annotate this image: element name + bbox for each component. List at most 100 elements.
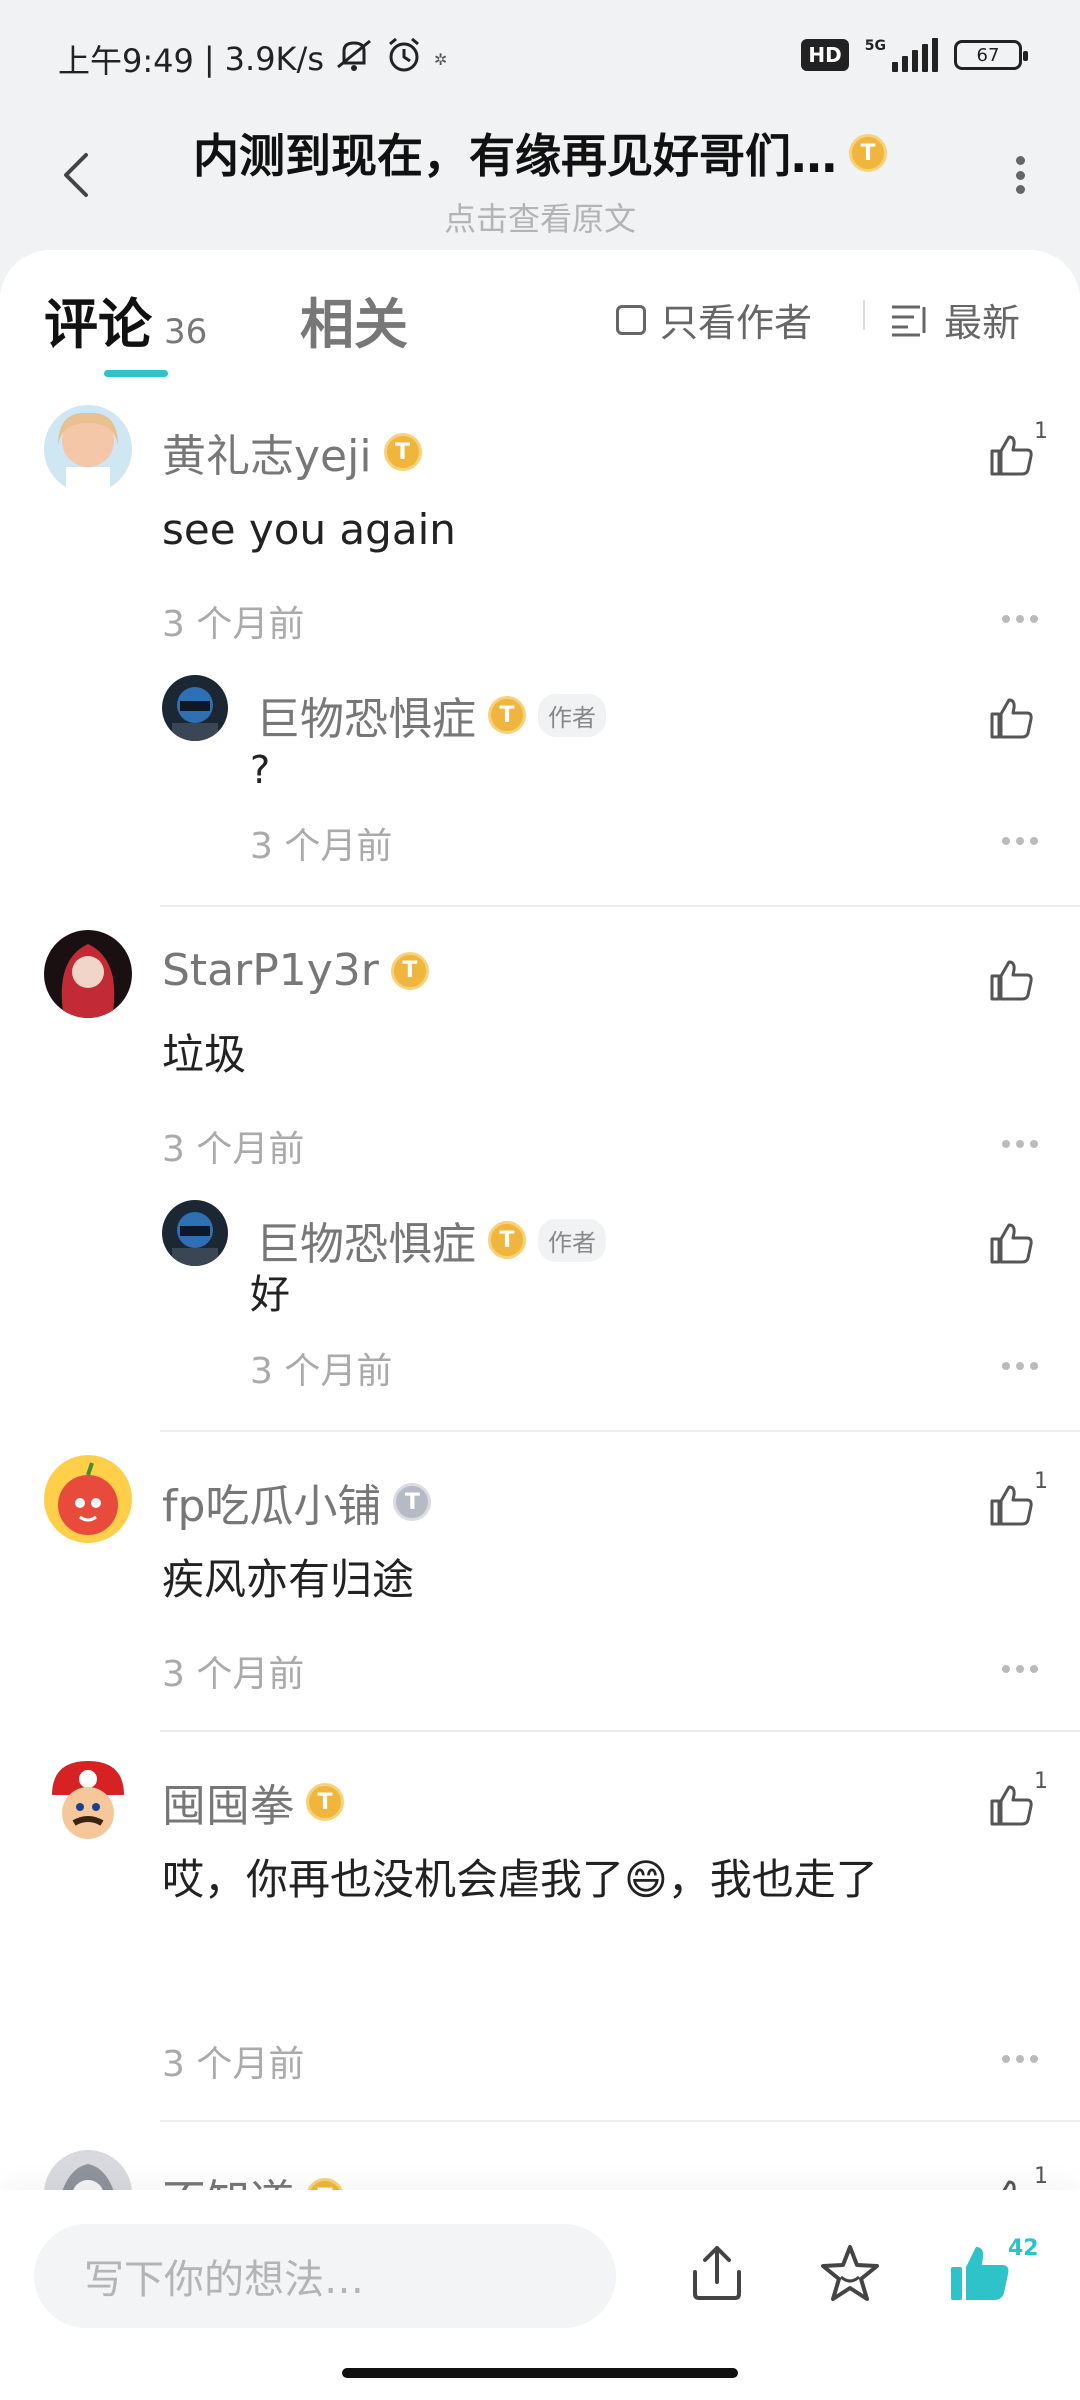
level-badge-icon: T	[390, 951, 429, 990]
status-right: HD 5G 67	[801, 38, 1028, 72]
like-button[interactable]	[984, 1777, 1040, 1833]
post-title: 内测到现在，有缘再见好哥们…	[193, 129, 837, 183]
more-options-button[interactable]	[1002, 1140, 1038, 1148]
divider	[160, 1430, 1080, 1432]
more-options-button[interactable]	[1002, 1362, 1038, 1370]
comments-card: 评论 36 相关 只看作者 最新 黄礼志yeji T 1 see you aga…	[0, 250, 1080, 2200]
avatar[interactable]	[44, 930, 132, 1018]
tab-comments-label: 评论	[44, 293, 152, 356]
author-only-toggle[interactable]: 只看作者	[616, 292, 812, 347]
avatar[interactable]	[162, 1200, 228, 1266]
level-badge-icon: T	[383, 433, 422, 471]
title-area[interactable]: 内测到现在，有缘再见好哥们… T 点击查看原文	[130, 120, 950, 240]
avatar[interactable]	[44, 1455, 132, 1543]
more-vertical-icon	[1015, 156, 1025, 165]
like-count: 1	[1034, 1769, 1048, 1794]
like-total-count: 42	[1008, 2236, 1039, 2261]
comment-text[interactable]: 垃圾	[162, 1010, 1002, 1100]
like-button[interactable]	[984, 427, 1040, 483]
like-count: 1	[1034, 419, 1048, 444]
comment-input[interactable]: 写下你的想法…	[34, 2224, 616, 2328]
more-options-button[interactable]	[1000, 150, 1040, 200]
like-button[interactable]	[984, 1477, 1040, 1533]
battery-level: 67	[976, 44, 1000, 66]
hd-badge: HD	[801, 39, 849, 71]
level-badge-icon: T	[849, 134, 887, 172]
comment-username[interactable]: 囤囤拳 T	[162, 1770, 344, 1834]
avatar[interactable]	[44, 1755, 132, 1843]
more-options-button[interactable]	[1002, 2055, 1038, 2063]
post-title-row: 内测到现在，有缘再见好哥们… T	[193, 120, 887, 186]
like-count: 1	[1034, 1469, 1048, 1494]
like-button[interactable]	[984, 690, 1040, 746]
comment-item: StarP1y3r T 垃圾 3 个月前 巨物恐惧症 T 作者 好 3 个月前	[0, 930, 1080, 1392]
view-original-link[interactable]: 点击查看原文	[130, 194, 950, 240]
comment-time: 3 个月前	[162, 1129, 305, 1170]
chevron-left-icon	[64, 153, 88, 197]
more-horizontal-icon	[1002, 1665, 1010, 1673]
sort-list-icon	[892, 305, 926, 336]
more-horizontal-icon	[1002, 1362, 1010, 1370]
more-horizontal-icon	[1002, 837, 1010, 845]
favorite-button[interactable]	[815, 2238, 885, 2308]
avatar[interactable]	[162, 675, 228, 741]
network-type: 5G	[864, 38, 886, 54]
reply-time: 3 个月前	[250, 1351, 393, 1392]
reply-text[interactable]: ?	[250, 725, 950, 815]
comment-username[interactable]: fp吃瓜小铺 T	[162, 1470, 432, 1534]
comment-text[interactable]: 哎，你再也没机会虐我了😄，我也走了	[162, 1835, 1002, 1925]
reply-time: 3 个月前	[250, 826, 393, 867]
comment-item: 囤囤拳 T 1 哎，你再也没机会虐我了😄，我也走了 3 个月前	[0, 1755, 1080, 2095]
tab-comments-count: 36	[164, 312, 208, 352]
avatar[interactable]	[44, 405, 132, 493]
divider	[160, 2120, 1080, 2122]
comment-time: 3 个月前	[162, 2044, 305, 2085]
comment-time: 3 个月前	[162, 604, 305, 645]
username-text: 黄礼志yeji	[162, 431, 372, 482]
author-only-label: 只看作者	[660, 301, 813, 345]
thumbs-up-filled-icon	[951, 2247, 1009, 2300]
like-button[interactable]	[984, 1215, 1040, 1271]
comment-text[interactable]: 疾风亦有归途	[162, 1535, 1002, 1625]
alarm-icon	[384, 36, 424, 82]
divider	[863, 300, 865, 330]
comment-item: fp吃瓜小铺 T 1 疾风亦有归途 3 个月前	[0, 1455, 1080, 1715]
comment-item: 黄礼志yeji T 1 see you again 3 个月前 巨物恐惧症 T …	[0, 405, 1080, 867]
level-badge-icon: T	[306, 1783, 344, 1821]
like-button[interactable]	[984, 952, 1040, 1008]
thumbs-up-icon	[990, 435, 1033, 476]
like-count: 1	[1034, 2164, 1048, 2189]
reply-text[interactable]: 好	[250, 1250, 950, 1340]
username-text: 囤囤拳	[162, 1781, 294, 1832]
thumbs-up-icon	[990, 1485, 1033, 1526]
thumbs-up-icon	[990, 1785, 1033, 1826]
share-button[interactable]	[682, 2238, 752, 2308]
more-options-button[interactable]	[1002, 1665, 1038, 1673]
username-text: StarP1y3r	[162, 945, 379, 996]
more-horizontal-icon	[1002, 2055, 1010, 2063]
back-button[interactable]	[50, 145, 100, 205]
username-text: fp吃瓜小铺	[162, 1481, 382, 1532]
status-time: 上午9:49	[58, 42, 194, 80]
tab-comments[interactable]: 评论 36	[44, 280, 207, 359]
comment-username[interactable]: 黄礼志yeji T	[162, 420, 422, 484]
sort-label: 最新	[944, 301, 1021, 345]
comment-username[interactable]: StarP1y3r T	[162, 945, 429, 996]
more-options-button[interactable]	[1002, 837, 1038, 845]
more-horizontal-icon	[1002, 615, 1010, 623]
mute-icon	[334, 37, 374, 81]
active-tab-indicator	[104, 370, 168, 377]
signal-icon	[892, 38, 938, 72]
battery-icon: 67	[954, 40, 1028, 70]
comment-time: 3 个月前	[162, 1654, 305, 1695]
more-options-button[interactable]	[1002, 615, 1038, 623]
divider	[160, 1730, 1080, 1732]
comment-text[interactable]: see you again	[162, 485, 1002, 575]
more-horizontal-icon	[1002, 1140, 1010, 1148]
tab-related[interactable]: 相关	[300, 280, 408, 359]
sort-toggle[interactable]: 最新	[890, 292, 1020, 347]
like-post-button[interactable]	[945, 2238, 1015, 2308]
home-indicator[interactable]	[342, 2368, 738, 2378]
post-header: 内测到现在，有缘再见好哥们… T 点击查看原文	[0, 105, 1080, 250]
status-bar: 上午9:49 | 3.9K/s ✲ HD 5G 67	[0, 0, 1080, 120]
